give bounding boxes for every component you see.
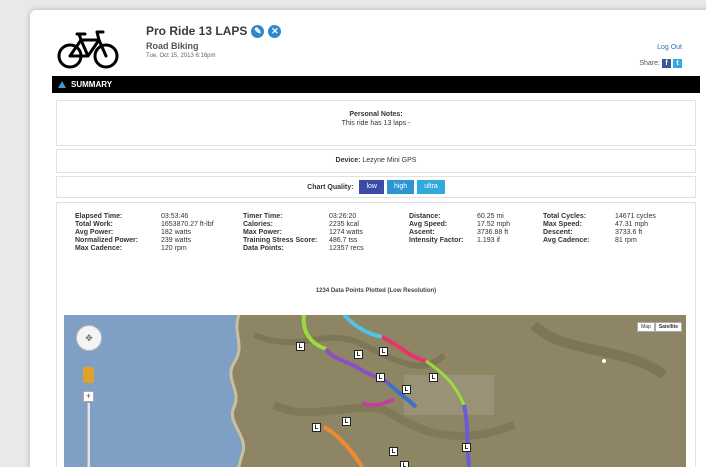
bike-icon bbox=[57, 30, 119, 69]
stat-label: Avg Cadence: bbox=[543, 237, 590, 244]
lap-marker[interactable]: L bbox=[376, 373, 385, 382]
stat-label bbox=[543, 245, 615, 252]
stat-label: Data Points: bbox=[243, 245, 284, 252]
ride-header: Pro Ride 13 LAPS ✎ ✕ Road Biking Tue, Oc… bbox=[30, 10, 706, 76]
chart-quality-panel: Chart Quality: low high ultra bbox=[56, 176, 696, 198]
device-label: Device: bbox=[335, 157, 361, 164]
lap-marker[interactable]: L bbox=[312, 423, 321, 432]
lap-marker[interactable]: L bbox=[342, 417, 351, 426]
notes-label: Personal Notes: bbox=[349, 111, 403, 118]
stat-value: 81 rpm bbox=[615, 237, 637, 244]
stat-label: Descent: bbox=[543, 229, 573, 236]
personal-notes-panel: Personal Notes: This ride has 13 laps - bbox=[56, 100, 696, 146]
stat-label: Avg Speed: bbox=[409, 221, 448, 228]
lap-marker[interactable]: L bbox=[379, 347, 388, 356]
route-map[interactable]: ✥ + Map Satellite LLLLLLLLLLL bbox=[64, 315, 686, 467]
ride-info: Pro Ride 13 LAPS ✎ ✕ Road Biking Tue, Oc… bbox=[146, 24, 282, 59]
data-points-plotted: 1234 Data Points Plotted (Low Resolution… bbox=[315, 288, 437, 294]
lap-marker[interactable]: L bbox=[389, 447, 398, 456]
lap-marker[interactable]: L bbox=[400, 461, 409, 467]
stats-grid: Elapsed Time: 03:53:46 Timer Time: 03:26:20… bbox=[75, 213, 675, 252]
stat-value: 182 watts bbox=[161, 229, 191, 236]
lap-marker[interactable]: L bbox=[462, 443, 471, 452]
device-panel: Device: Lezyne Mini GPS bbox=[56, 149, 696, 173]
ride-type: Road Biking bbox=[146, 41, 199, 51]
lap-marker[interactable]: L bbox=[402, 385, 411, 394]
summary-label: SUMMARY bbox=[71, 80, 113, 89]
quality-ultra-button[interactable]: ultra bbox=[417, 180, 445, 194]
twitter-icon[interactable]: t bbox=[673, 59, 682, 68]
quality-low-button[interactable]: low bbox=[359, 180, 384, 194]
facebook-icon[interactable]: f bbox=[662, 59, 671, 68]
logout-link[interactable]: Log Out bbox=[657, 44, 682, 51]
stat-label: Max Speed: bbox=[543, 221, 582, 228]
stat-label: Max Cadence: bbox=[75, 245, 123, 252]
stat-label: Elapsed Time: bbox=[75, 213, 123, 220]
stat-value: 03:26:20 bbox=[329, 213, 357, 220]
stat-value: 120 rpm bbox=[161, 245, 187, 252]
stat-value: 239 watts bbox=[161, 237, 191, 244]
quality-high-button[interactable]: high bbox=[386, 180, 415, 194]
pan-control-icon[interactable]: ✥ bbox=[76, 325, 102, 351]
ride-title-row: Pro Ride 13 LAPS ✎ ✕ bbox=[146, 24, 282, 38]
share-row: Share: f t bbox=[639, 59, 682, 68]
stat-value: 3736.88 ft bbox=[477, 229, 509, 236]
stat-label: Total Cycles: bbox=[543, 213, 587, 220]
ride-date: Tue, Oct 15, 2013 6:16pm bbox=[146, 53, 216, 59]
ride-title: Pro Ride 13 LAPS bbox=[146, 24, 248, 38]
chart-quality-label: Chart Quality: bbox=[307, 183, 354, 191]
stat-label: Avg Power: bbox=[75, 229, 114, 236]
stat-label: Timer Time: bbox=[243, 213, 283, 220]
stat-value: 17.52 mph bbox=[477, 221, 511, 228]
stat-label: Total Work: bbox=[75, 221, 113, 228]
stat-value: 1274 watts bbox=[329, 229, 363, 236]
zoom-in-button[interactable]: + bbox=[83, 391, 94, 402]
stat-value: 486.7 tss bbox=[329, 237, 358, 244]
stat-label: Training Stress Score: bbox=[243, 237, 318, 244]
map-type-map-button[interactable]: Map bbox=[637, 322, 655, 332]
stat-value bbox=[477, 245, 543, 252]
edit-icon[interactable]: ✎ bbox=[251, 24, 265, 38]
summary-toggle[interactable]: SUMMARY bbox=[52, 76, 700, 93]
delete-icon[interactable]: ✕ bbox=[268, 24, 282, 38]
stat-value: 14671 cycles bbox=[615, 213, 656, 220]
stat-label: Calories: bbox=[243, 221, 273, 228]
lap-marker[interactable]: L bbox=[354, 350, 363, 359]
notes-text: This ride has 13 laps - bbox=[341, 120, 411, 127]
stat-value: 12357 recs bbox=[329, 245, 364, 252]
ride-page: Pro Ride 13 LAPS ✎ ✕ Road Biking Tue, Oc… bbox=[30, 10, 706, 467]
stat-value: 03:53:46 bbox=[161, 213, 189, 220]
lap-marker[interactable]: L bbox=[429, 373, 438, 382]
stat-label: Ascent: bbox=[409, 229, 435, 236]
stat-label: Distance: bbox=[409, 213, 441, 220]
stat-label: Normalized Power: bbox=[75, 237, 139, 244]
device-value: Lezyne Mini GPS bbox=[362, 157, 417, 164]
stat-label: Intensity Factor: bbox=[409, 237, 464, 244]
stat-value: 2235 kcal bbox=[329, 221, 359, 228]
share-label: Share: bbox=[639, 60, 660, 67]
stat-value: 47.31 mph bbox=[615, 221, 649, 228]
triangle-up-icon bbox=[58, 81, 66, 88]
lap-marker[interactable]: L bbox=[296, 342, 305, 351]
stat-value: 1653870.27 ft-lbf bbox=[161, 221, 214, 228]
map-imagery bbox=[64, 315, 686, 467]
stat-value: 3733.6 ft bbox=[615, 229, 643, 236]
zoom-slider[interactable] bbox=[87, 403, 90, 467]
stat-value bbox=[615, 245, 675, 252]
map-type-control: Map Satellite bbox=[637, 322, 682, 332]
stat-label bbox=[409, 245, 477, 252]
pegman-icon[interactable] bbox=[83, 367, 94, 383]
stat-value: 60.25 mi bbox=[477, 213, 504, 220]
stat-value: 1.193 if bbox=[477, 237, 500, 244]
map-type-satellite-button[interactable]: Satellite bbox=[654, 322, 682, 332]
stat-label: Max Power: bbox=[243, 229, 282, 236]
